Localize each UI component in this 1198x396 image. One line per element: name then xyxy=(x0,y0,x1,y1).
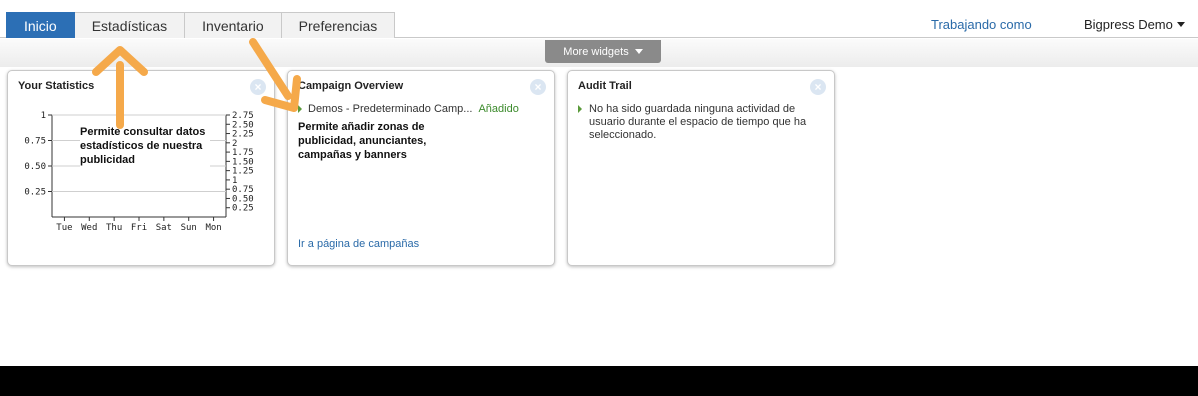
working-as-link[interactable]: Trabajando como xyxy=(931,17,1032,32)
campaign-status: Añadido xyxy=(478,103,519,115)
audit-widget-title: Audit Trail xyxy=(578,80,632,92)
chevron-down-icon xyxy=(1176,22,1185,27)
chart-left-tick-label: 0.75 xyxy=(24,137,46,147)
user-menu[interactable]: Bigpress Demo xyxy=(1084,17,1185,32)
tab-inicio[interactable]: Inicio xyxy=(6,12,75,38)
campaign-name: Demos - Predeterminado Camp... xyxy=(308,103,473,115)
tab-preferencias[interactable]: Preferencias xyxy=(281,12,396,38)
stats-widget: Your Statistics × 1 0.75 0.50 0.25 2.75 2.50 2… xyxy=(7,70,275,266)
bullet-triangle-icon xyxy=(578,105,582,113)
campaigns-page-link[interactable]: Ir a página de campañas xyxy=(298,238,419,250)
bottom-black-bar xyxy=(0,366,1198,396)
chart-left-tick-label: 1 xyxy=(41,111,46,121)
audit-message: No ha sido guardada ninguna actividad de… xyxy=(578,103,818,142)
campaign-widget-title: Campaign Overview xyxy=(298,80,404,92)
audit-widget: Audit Trail × No ha sido guardada ningun… xyxy=(567,70,835,266)
tab-estadisticas[interactable]: Estadísticas xyxy=(74,12,186,38)
chart-x-tick-label: Thu xyxy=(106,223,122,233)
more-widgets-button[interactable]: More widgets xyxy=(545,40,661,63)
top-nav-bar: Inicio Estadísticas Inventario Preferenc… xyxy=(0,0,1198,38)
chart-x-tick-label: Sun xyxy=(181,223,197,233)
chart-left-tick-label: 0.25 xyxy=(24,188,46,198)
stats-annotation: Permite consultar datos estadísticos de … xyxy=(80,125,210,167)
chart-x-tick-label: Fri xyxy=(131,223,147,233)
chart-right-tick-label: 0.25 xyxy=(232,204,254,214)
stats-chart: 10.750.500.252.752.502.2521.751.501.2510… xyxy=(24,111,254,233)
campaign-annotation: Permite añadir zonas de publicidad, anun… xyxy=(298,120,448,162)
close-icon[interactable]: × xyxy=(810,79,826,95)
campaign-widget: Campaign Overview × Demos - Predetermina… xyxy=(287,70,555,266)
chart-x-tick-label: Sat xyxy=(156,223,172,233)
campaign-list-item[interactable]: Demos - Predeterminado Camp... Añadido xyxy=(298,103,519,115)
tab-inventario[interactable]: Inventario xyxy=(185,12,282,38)
bullet-triangle-icon xyxy=(298,105,302,113)
more-widgets-label: More widgets xyxy=(563,45,629,58)
close-icon[interactable]: × xyxy=(530,79,546,95)
chart-left-tick-label: 0.50 xyxy=(24,162,46,172)
chart-x-tick-label: Wed xyxy=(81,223,97,233)
audit-message-text: No ha sido guardada ninguna actividad de… xyxy=(589,103,807,141)
chart-x-tick-label: Tue xyxy=(56,223,72,233)
main-tabs: Inicio Estadísticas Inventario Preferenc… xyxy=(6,12,396,38)
chevron-down-icon xyxy=(634,49,643,54)
chart-x-tick-label: Mon xyxy=(205,223,221,233)
user-name: Bigpress Demo xyxy=(1084,17,1173,32)
